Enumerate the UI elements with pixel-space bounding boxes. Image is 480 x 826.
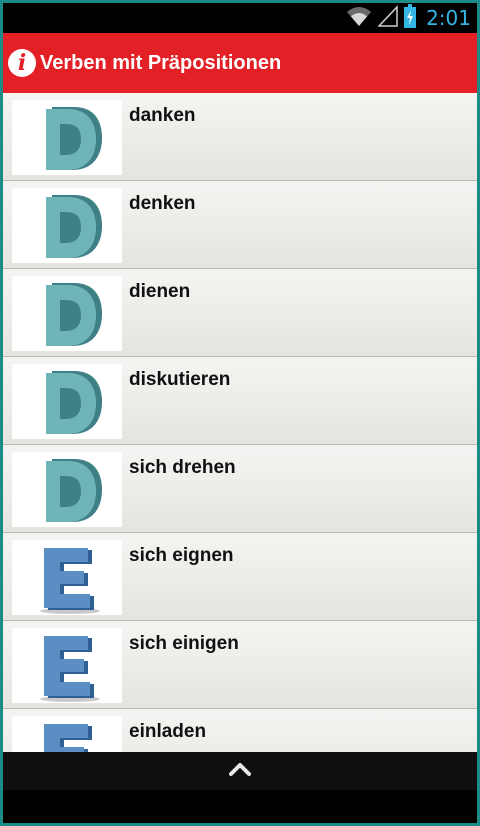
letter-e-thumbnail xyxy=(12,716,122,752)
list-item[interactable]: einladen xyxy=(3,709,477,752)
list-item-label: einladen xyxy=(129,721,207,742)
verb-list[interactable]: danken denken dienen diskutieren sich dr… xyxy=(3,93,477,752)
device-frame: 2:01 i Verben mit Präpositionen danken d… xyxy=(0,0,480,826)
letter-d-thumbnail xyxy=(12,452,122,527)
list-item[interactable]: diskutieren xyxy=(3,357,477,445)
app-title: Verben mit Präpositionen xyxy=(40,51,282,74)
list-item[interactable]: dienen xyxy=(3,269,477,357)
signal-icon xyxy=(377,4,398,32)
list-item[interactable]: sich drehen xyxy=(3,445,477,533)
list-item[interactable]: denken xyxy=(3,181,477,269)
chevron-up-icon[interactable] xyxy=(229,762,251,781)
list-item-label: denken xyxy=(129,193,196,214)
clock: 2:01 xyxy=(426,6,471,30)
bottom-bar xyxy=(3,752,477,790)
list-item-label: sich drehen xyxy=(129,457,236,478)
list-item[interactable]: danken xyxy=(3,93,477,181)
letter-d-thumbnail xyxy=(12,188,122,263)
status-icons: 2:01 xyxy=(346,3,471,33)
wifi-icon xyxy=(346,5,372,32)
letter-e-thumbnail xyxy=(12,540,122,615)
list-item-label: dienen xyxy=(129,281,191,302)
list-item-label: danken xyxy=(129,105,196,126)
letter-d-thumbnail xyxy=(12,276,122,351)
action-bar: i Verben mit Präpositionen xyxy=(3,33,477,93)
list-item-label: diskutieren xyxy=(129,369,231,390)
list-item[interactable]: sich einigen xyxy=(3,621,477,709)
info-icon[interactable]: i xyxy=(8,49,36,77)
status-bar: 2:01 xyxy=(3,3,477,33)
list-item-label: sich einigen xyxy=(129,633,239,654)
list-item[interactable]: sich eignen xyxy=(3,533,477,621)
list-item-label: sich eignen xyxy=(129,545,234,566)
letter-d-thumbnail xyxy=(12,100,122,175)
letter-d-thumbnail xyxy=(12,364,122,439)
letter-e-thumbnail xyxy=(12,628,122,703)
battery-charging-icon xyxy=(404,3,417,33)
screen: 2:01 i Verben mit Präpositionen danken d… xyxy=(3,3,477,823)
navigation-bar xyxy=(3,790,477,823)
